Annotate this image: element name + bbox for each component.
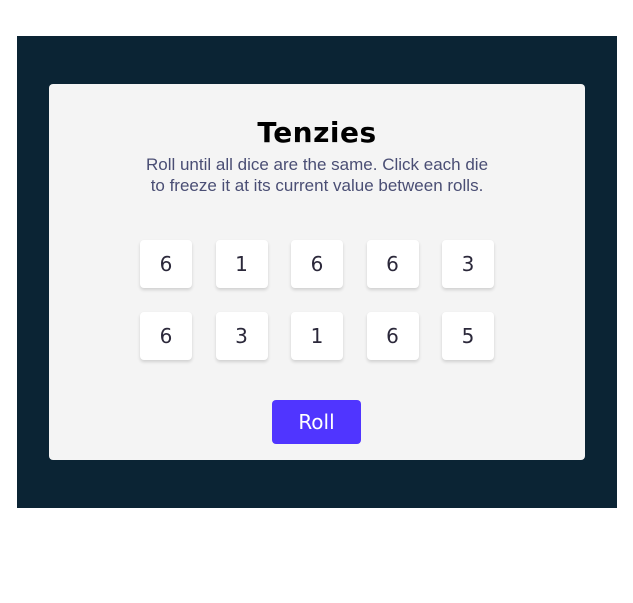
game-instructions: Roll until all dice are the same. Click …: [145, 155, 489, 195]
die-9[interactable]: 6: [366, 312, 419, 360]
roll-button[interactable]: Roll: [272, 400, 361, 444]
die-8[interactable]: 1: [291, 312, 343, 360]
die-2[interactable]: 1: [215, 240, 268, 288]
die-1[interactable]: 6: [140, 240, 192, 288]
die-10[interactable]: 5: [442, 312, 494, 360]
die-3[interactable]: 6: [291, 240, 343, 288]
die-4[interactable]: 6: [366, 240, 419, 288]
die-5[interactable]: 3: [442, 240, 494, 288]
die-6[interactable]: 6: [140, 312, 192, 360]
game-board: Tenzies Roll until all dice are the same…: [49, 84, 585, 460]
game-title: Tenzies: [257, 116, 377, 149]
dice-grid: 6 1 6 6 3 6 3 1 6 5: [140, 240, 494, 360]
app-background: Tenzies Roll until all dice are the same…: [17, 36, 617, 508]
die-7[interactable]: 3: [215, 312, 268, 360]
